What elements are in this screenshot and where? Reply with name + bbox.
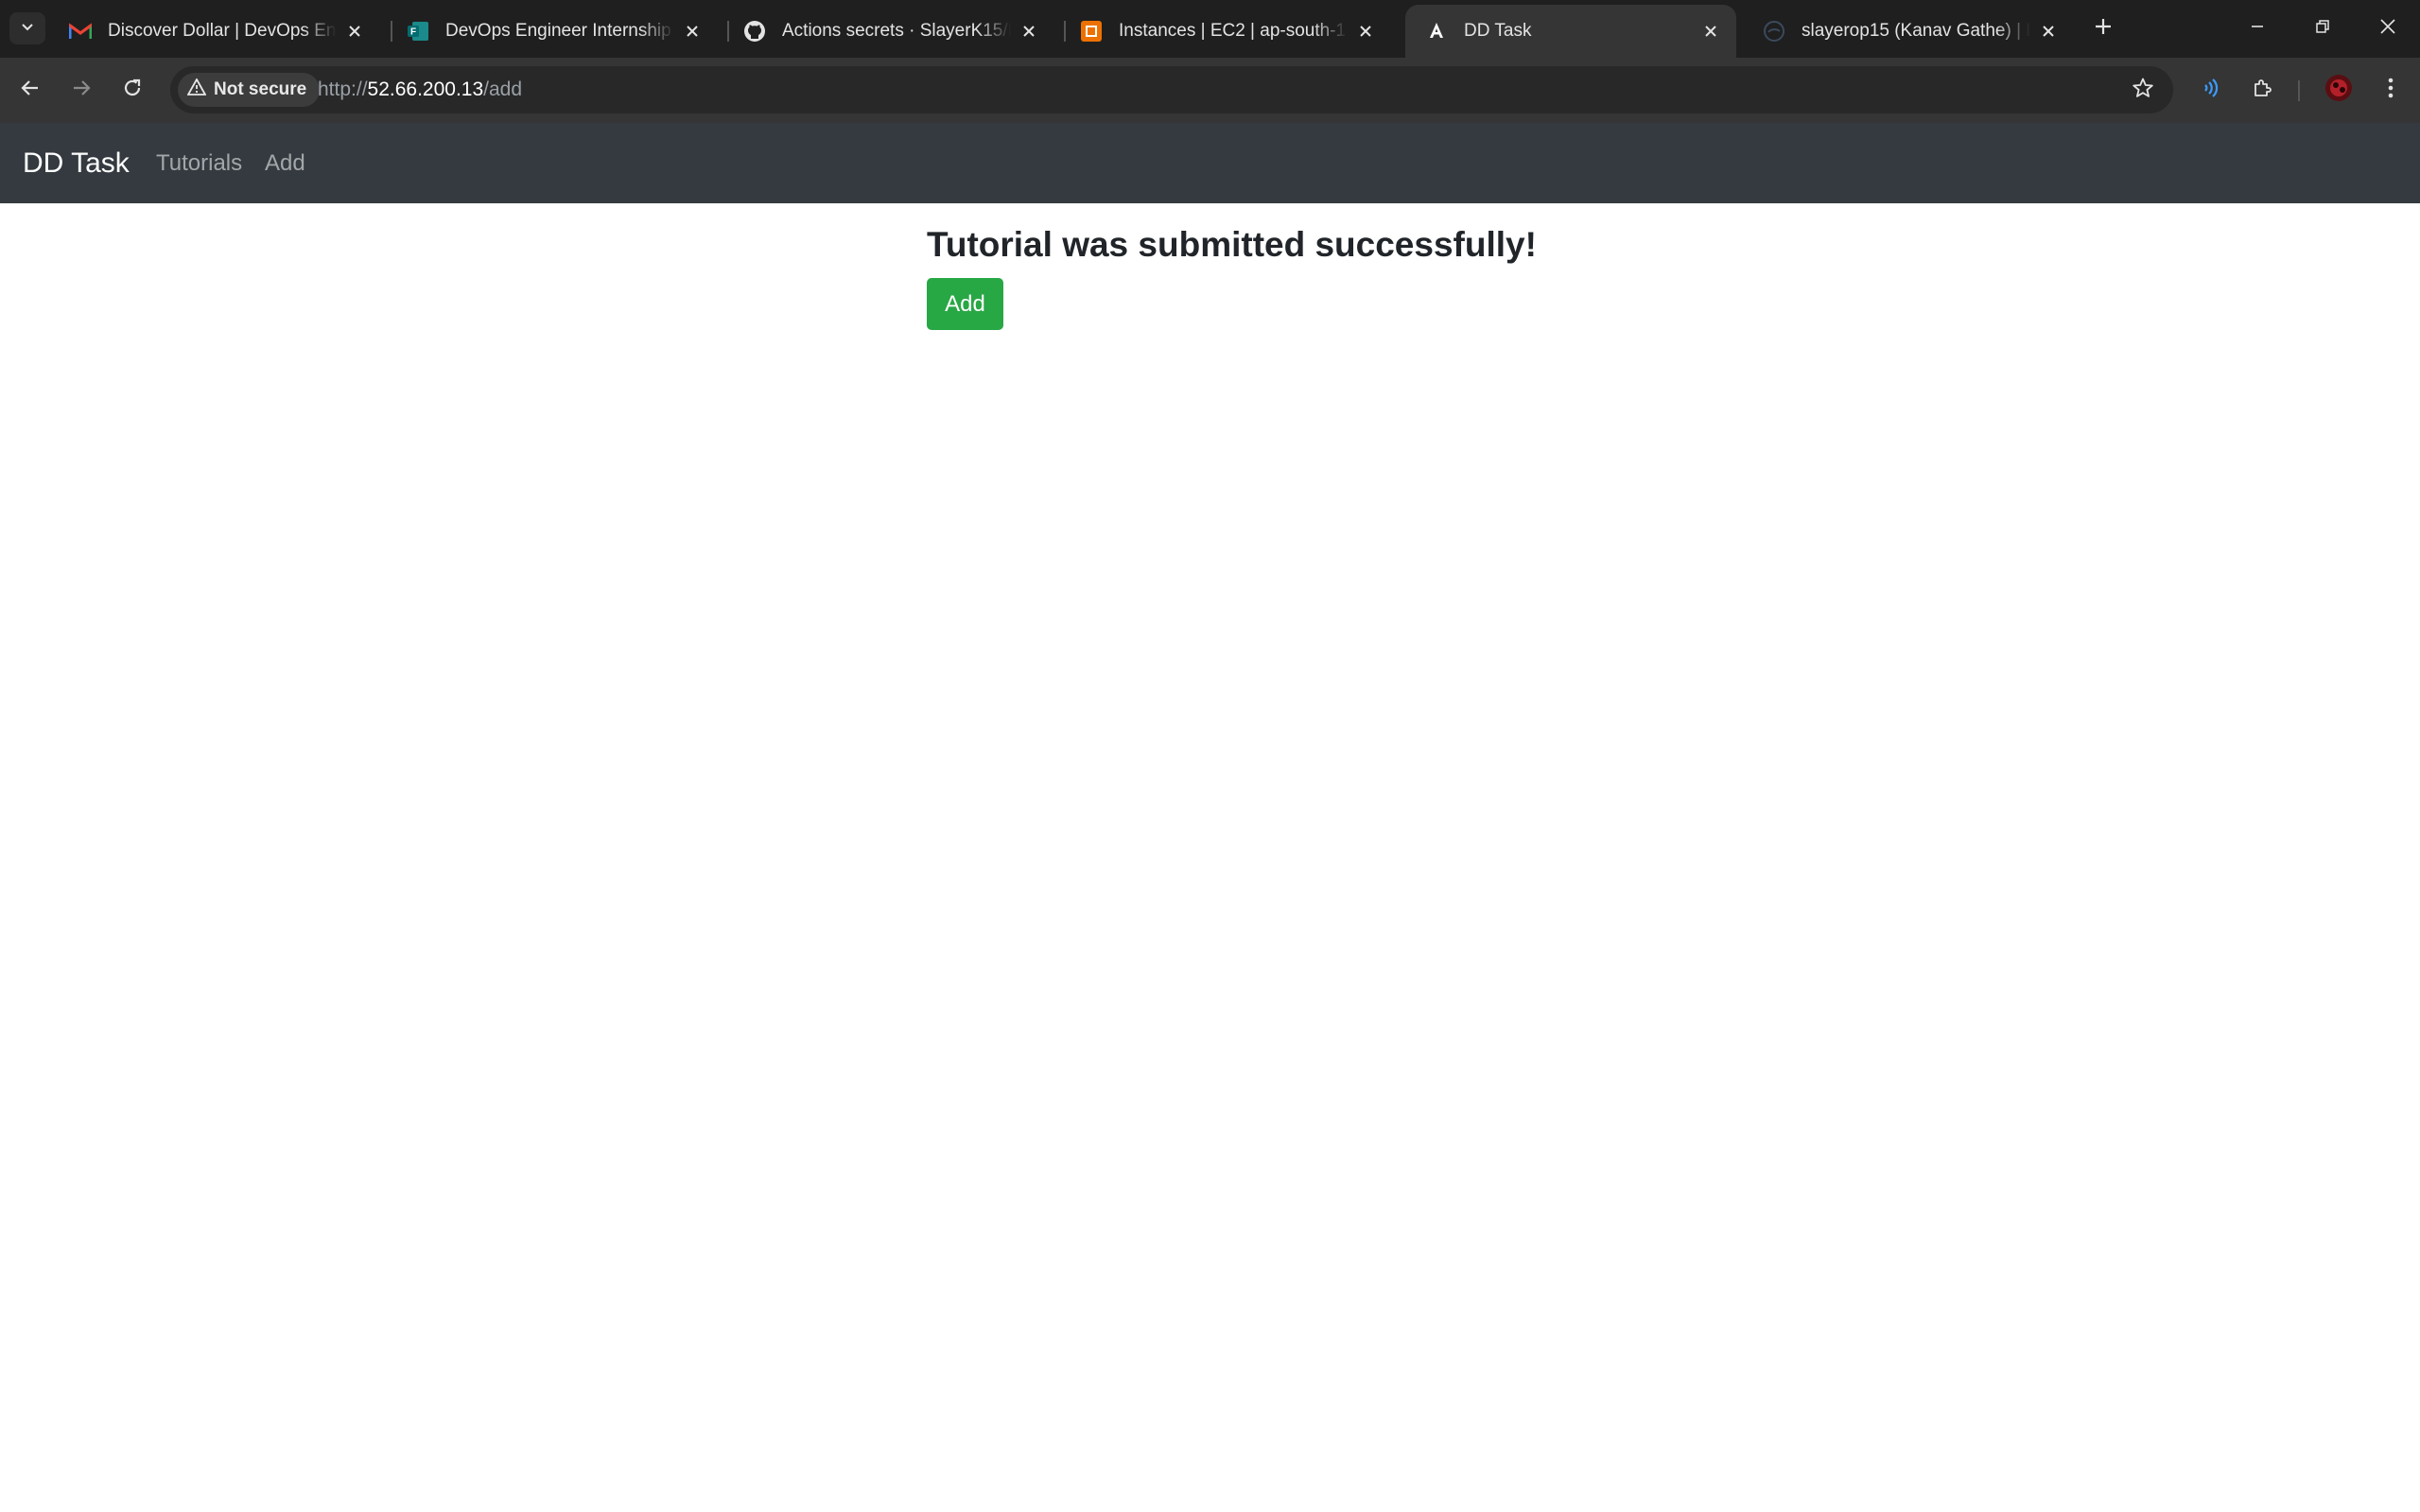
close-icon[interactable] xyxy=(1355,21,1376,42)
forms-icon: F xyxy=(406,19,430,43)
close-icon xyxy=(2379,18,2396,40)
plus-icon xyxy=(2094,17,2113,41)
tab-search-button[interactable] xyxy=(9,12,45,44)
security-label: Not secure xyxy=(214,79,307,99)
nav-link-tutorials[interactable]: Tutorials xyxy=(156,123,242,203)
browser-tab-strip: Discover Dollar | DevOps Engineer F DevO… xyxy=(0,0,2420,58)
browser-toolbar: Not secure http://52.66.200.13/add xyxy=(0,58,2420,123)
tab-title: slayerop15 (Kanav Gathe) | Docker Hub xyxy=(1802,21,2030,41)
browser-tab[interactable]: Actions secrets · SlayerK15/DevOps xyxy=(723,5,1054,58)
browser-tab[interactable]: Discover Dollar | DevOps Engineer xyxy=(49,5,380,58)
url-text[interactable]: http://52.66.200.13/add xyxy=(318,66,522,113)
close-icon[interactable] xyxy=(1018,21,1039,42)
angular-icon xyxy=(1424,19,1449,43)
reload-icon xyxy=(122,78,143,103)
tab-title: Actions secrets · SlayerK15/DevOps xyxy=(782,21,1011,41)
extensions-button[interactable] xyxy=(2246,73,2280,107)
arrow-left-icon xyxy=(20,78,41,103)
reload-button[interactable] xyxy=(112,69,153,111)
sound-waves-icon xyxy=(2200,77,2222,104)
submit-success-panel: Tutorial was submitted successfully! Add xyxy=(927,225,1537,330)
restore-icon xyxy=(2315,19,2330,39)
minimize-icon xyxy=(2250,19,2265,39)
avatar xyxy=(2324,74,2353,107)
browser-tab-active[interactable]: DD Task xyxy=(1405,5,1736,58)
puzzle-icon xyxy=(2252,77,2274,104)
gmail-icon xyxy=(68,19,93,43)
browser-tab[interactable]: F DevOps Engineer Internship Assignment xyxy=(387,5,718,58)
url-scheme: http:// xyxy=(318,78,368,100)
back-button[interactable] xyxy=(9,69,51,111)
toolbar-separator xyxy=(2298,80,2300,101)
kebab-menu-icon xyxy=(2387,77,2394,104)
close-icon[interactable] xyxy=(682,21,703,42)
tab-title: Discover Dollar | DevOps Engineer xyxy=(108,21,337,41)
extension-read-aloud-button[interactable] xyxy=(2194,73,2228,107)
svg-text:F: F xyxy=(410,27,416,38)
new-tab-button[interactable] xyxy=(2088,13,2118,43)
url-path: /add xyxy=(483,78,523,100)
tab-title: Instances | EC2 | ap-south-1 xyxy=(1119,21,1347,41)
nav-link-add[interactable]: Add xyxy=(265,123,305,203)
app-navbar: DD Task Tutorials Add xyxy=(0,123,2420,203)
site-info-chip[interactable]: Not secure xyxy=(178,73,321,107)
profile-button[interactable] xyxy=(2322,73,2356,107)
docker-icon xyxy=(1762,19,1786,43)
tab-title: DevOps Engineer Internship Assignment xyxy=(445,21,674,41)
browser-menu-button[interactable] xyxy=(2374,73,2408,107)
add-button[interactable]: Add xyxy=(927,278,1003,330)
restore-button[interactable] xyxy=(2289,9,2356,47)
browser-tab[interactable]: Instances | EC2 | ap-south-1 xyxy=(1060,5,1391,58)
warning-icon xyxy=(186,78,207,101)
minimize-button[interactable] xyxy=(2224,9,2290,47)
address-bar[interactable]: Not secure http://52.66.200.13/add xyxy=(170,66,2173,113)
window-close-button[interactable] xyxy=(2355,9,2420,47)
github-icon xyxy=(742,19,767,43)
close-icon[interactable] xyxy=(344,21,365,42)
close-icon[interactable] xyxy=(1700,21,1721,42)
close-icon[interactable] xyxy=(2038,21,2059,42)
url-host: 52.66.200.13 xyxy=(367,78,484,100)
success-message: Tutorial was submitted successfully! xyxy=(927,225,1537,264)
chevron-down-icon xyxy=(20,19,35,39)
star-icon xyxy=(2132,77,2154,104)
tab-title: DD Task xyxy=(1464,21,1532,41)
bookmark-button[interactable] xyxy=(2130,77,2156,103)
browser-tab[interactable]: slayerop15 (Kanav Gathe) | Docker Hub xyxy=(1743,5,2074,58)
navbar-brand[interactable]: DD Task xyxy=(23,123,130,203)
forward-button[interactable] xyxy=(61,69,102,111)
aws-icon xyxy=(1079,19,1104,43)
arrow-right-icon xyxy=(71,78,92,103)
